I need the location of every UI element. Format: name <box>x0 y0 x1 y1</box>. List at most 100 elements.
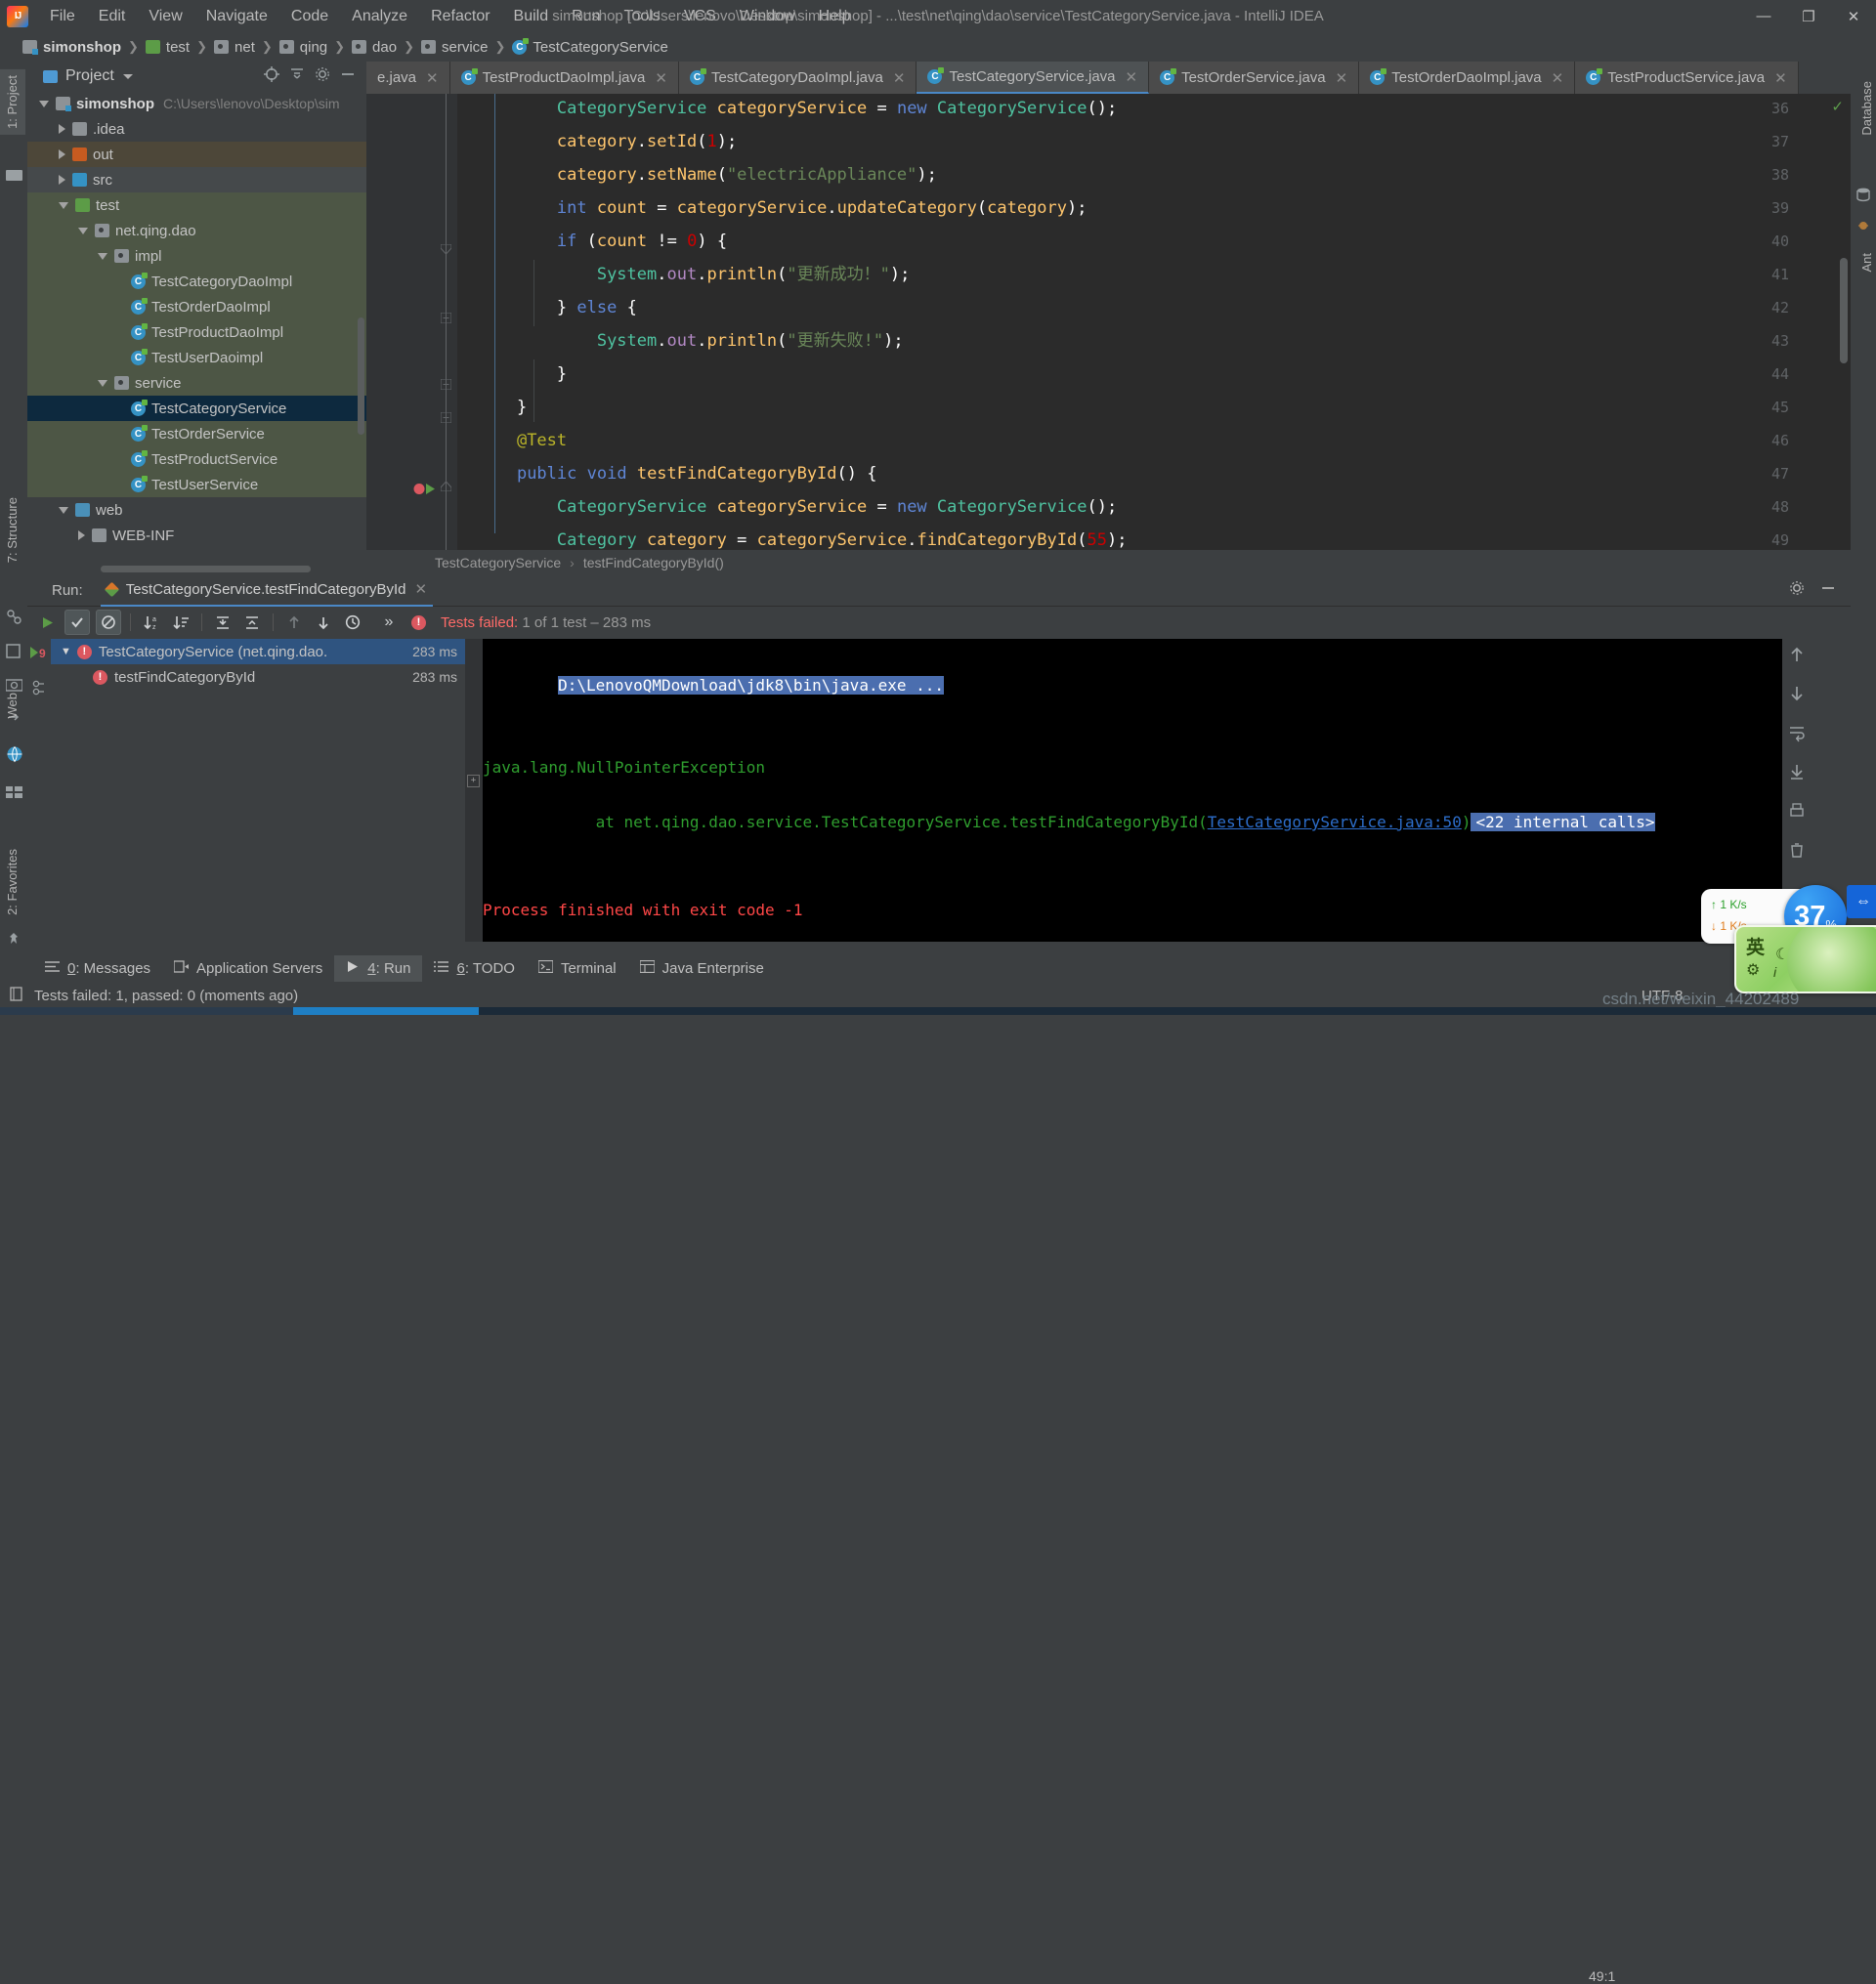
code-line[interactable]: category.setId(1); <box>477 125 737 158</box>
ime-widget[interactable]: 英 ☾ ⚙ i <box>1734 925 1876 993</box>
tree-expand-arrow-icon[interactable] <box>78 530 85 540</box>
internal-calls-fold[interactable]: <22 internal calls> <box>1471 813 1655 831</box>
code-line[interactable]: CategoryService categoryService = new Ca… <box>477 490 1117 524</box>
menu-tools[interactable]: Tools <box>612 4 671 29</box>
project-tree-vertical-scrollbar[interactable] <box>358 317 364 435</box>
code-line[interactable]: System.out.println("更新失败!"); <box>477 324 904 358</box>
tree-expand-arrow-icon[interactable] <box>98 379 107 387</box>
breadcrumb-item-dao[interactable]: dao <box>347 37 402 58</box>
menu-file[interactable]: File <box>38 4 87 29</box>
code-line[interactable]: } <box>477 358 567 391</box>
tree-expand-arrow-icon[interactable] <box>117 304 124 311</box>
menu-vcs[interactable]: VCS <box>672 4 728 29</box>
gear-icon[interactable] <box>1788 579 1806 602</box>
next-failed-test-icon[interactable] <box>312 611 335 634</box>
status-bar-line-col[interactable]: 49:1 <box>1589 1968 1615 1984</box>
code-line[interactable]: if (count != 0) { <box>477 225 727 258</box>
menu-window[interactable]: Window <box>728 4 807 29</box>
code-line[interactable]: public void testFindCategoryById() { <box>477 457 877 490</box>
menu-view[interactable]: View <box>137 4 193 29</box>
tree-expand-arrow-icon[interactable] <box>59 506 68 514</box>
tree-expand-arrow-icon[interactable] <box>117 355 124 361</box>
sort-alphabetically-icon[interactable]: az <box>140 611 163 634</box>
editor-tab-testcategorydaoimpl[interactable]: C TestCategoryDaoImpl.java ✕ <box>678 62 917 94</box>
scroll-down-icon[interactable] <box>1787 684 1807 703</box>
test-history-icon[interactable] <box>341 611 364 634</box>
breadcrumb-item-net[interactable]: net <box>209 37 260 58</box>
code-line[interactable]: } else { <box>477 291 637 324</box>
tree-item-out[interactable]: out <box>27 142 366 167</box>
tree-item-src[interactable]: src <box>27 167 366 192</box>
close-icon[interactable]: ✕ <box>1336 69 1348 87</box>
tree-item-testorderdaoimpl[interactable]: C TestOrderDaoImpl <box>27 294 366 319</box>
tree-expand-arrow-icon[interactable] <box>98 252 107 260</box>
code-line[interactable]: @Test <box>477 424 567 457</box>
breadcrumb-item-test[interactable]: test <box>141 37 194 58</box>
rerun-icon[interactable] <box>35 611 59 634</box>
chevron-down-icon[interactable] <box>122 73 133 79</box>
code-content[interactable]: CategoryService categoryService = new Ca… <box>457 94 1851 574</box>
previous-failed-test-icon[interactable] <box>282 611 306 634</box>
close-icon[interactable]: ✕ <box>426 69 439 87</box>
menu-navigate[interactable]: Navigate <box>194 4 279 29</box>
tree-item-testcategoryservice[interactable]: C TestCategoryService <box>27 396 366 421</box>
editor-tab-testproductdaoimpl[interactable]: C TestProductDaoImpl.java ✕ <box>449 62 679 94</box>
tree-expand-arrow-icon[interactable] <box>117 329 124 336</box>
menu-code[interactable]: Code <box>279 4 340 29</box>
close-button[interactable]: ✕ <box>1831 0 1876 32</box>
editor-tab-testorderservice[interactable]: C TestOrderService.java ✕ <box>1149 62 1360 94</box>
inspection-ok-icon[interactable]: ✓ <box>1831 98 1844 115</box>
test-results-tree[interactable]: ▼ ! TestCategoryService (net.qing.dao. 2… <box>51 639 465 953</box>
show-passed-icon[interactable] <box>64 610 90 635</box>
bottom-item-messages[interactable]: 0: Messages <box>33 955 162 982</box>
tree-expand-arrow-icon[interactable] <box>117 278 124 285</box>
tree-item-testproductservice[interactable]: C TestProductService <box>27 446 366 472</box>
close-icon[interactable]: ✕ <box>893 69 906 87</box>
sidebar-item-project[interactable]: 1: Project <box>0 69 25 135</box>
tree-expand-arrow-icon[interactable] <box>59 201 68 209</box>
code-line[interactable]: } <box>477 391 527 424</box>
test-structure-icon[interactable] <box>30 679 51 701</box>
tree-item-impl[interactable]: impl <box>27 243 366 269</box>
tree-expand-arrow-icon[interactable] <box>117 482 124 488</box>
close-icon[interactable]: ✕ <box>1774 69 1787 87</box>
print-icon[interactable] <box>1787 801 1807 821</box>
delete-icon[interactable] <box>1787 840 1807 860</box>
editor-tab-testproductservice[interactable]: C TestProductService.java ✕ <box>1575 62 1799 94</box>
tree-expand-arrow-icon[interactable] <box>117 405 124 412</box>
tree-item-testcategorydaoimpl[interactable]: C TestCategoryDaoImpl <box>27 269 366 294</box>
run-test-gutter-icon[interactable] <box>413 482 435 494</box>
close-icon[interactable]: ✕ <box>1126 68 1138 86</box>
hide-panel-icon[interactable] <box>1819 579 1837 602</box>
menu-run[interactable]: Run <box>560 4 612 29</box>
tree-item-service[interactable]: service <box>27 370 366 396</box>
menu-help[interactable]: Help <box>807 4 863 29</box>
scroll-to-end-icon[interactable] <box>1787 762 1807 781</box>
bottom-item-application-servers[interactable]: Application Servers <box>162 955 334 982</box>
breadcrumb-item-service[interactable]: service <box>416 37 493 58</box>
menu-build[interactable]: Build <box>502 4 561 29</box>
more-options-icon[interactable]: » <box>377 611 401 634</box>
editor-tab-testcategoryservice[interactable]: C TestCategoryService.java ✕ <box>917 62 1150 94</box>
hide-panel-icon[interactable] <box>339 65 357 88</box>
fold-marker-icon[interactable] <box>440 311 452 324</box>
soft-wrap-icon[interactable] <box>1787 723 1807 742</box>
tree-item-net-qing-dao[interactable]: net.qing.dao <box>27 218 366 243</box>
tree-expand-arrow-icon[interactable] <box>59 124 65 134</box>
tree-item--idea[interactable]: .idea <box>27 116 366 142</box>
console-output[interactable]: + D:\LenovoQMDownload\jdk8\bin\java.exe … <box>465 639 1782 942</box>
tree-item-testuserdaoimpl[interactable]: C TestUserDaoimpl <box>27 345 366 370</box>
bottom-item-terminal[interactable]: Terminal <box>527 955 628 982</box>
tree-expand-arrow-icon[interactable] <box>39 100 49 107</box>
sidebar-item-structure[interactable]: 7: Structure <box>0 491 25 569</box>
tree-item-testuserservice[interactable]: C TestUserService <box>27 472 366 497</box>
tree-item-simonshop[interactable]: simonshop C:\Users\lenovo\Desktop\sim <box>27 91 366 116</box>
sidebar-item-web[interactable]: Web <box>0 687 25 725</box>
breadcrumb-item-class[interactable]: C TestCategoryService <box>507 37 672 58</box>
target-icon[interactable] <box>263 65 280 88</box>
breadcrumb-class[interactable]: TestCategoryService <box>435 555 561 570</box>
tree-item-web-inf[interactable]: WEB-INF <box>27 523 366 548</box>
code-line[interactable]: System.out.println("更新成功！"); <box>477 258 911 291</box>
close-icon[interactable]: ✕ <box>414 580 427 598</box>
expand-all-icon[interactable] <box>211 611 234 634</box>
